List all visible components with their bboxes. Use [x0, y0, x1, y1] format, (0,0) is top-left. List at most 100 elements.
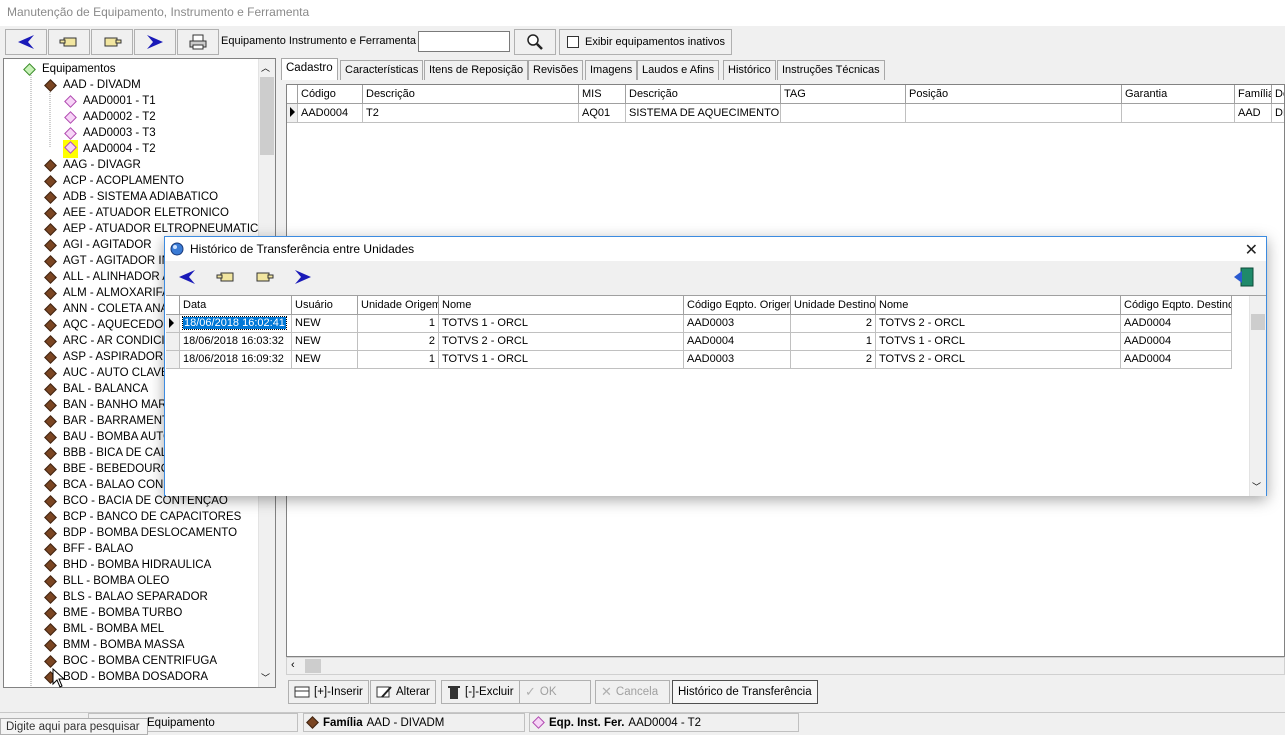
scroll-up-icon[interactable]: ︿: [261, 61, 270, 74]
tree-family-item[interactable]: BAR - BARRAMENTO: [44, 413, 178, 429]
tab-instrucoes[interactable]: Instruções Técnicas: [777, 60, 885, 80]
dialog-exit-button[interactable]: [1233, 266, 1255, 291]
tab-itens-reposicao[interactable]: Itens de Reposição: [424, 60, 529, 80]
tree-family-item[interactable]: BME - BOMBA TURBO: [44, 605, 182, 621]
table-cell[interactable]: 2: [791, 315, 876, 333]
column-header[interactable]: Descrição: [363, 85, 579, 104]
table-cell[interactable]: NEW: [292, 333, 358, 351]
scroll-left-icon[interactable]: ‹: [291, 659, 295, 671]
table-cell[interactable]: AAD0003: [684, 351, 791, 369]
tree-family-aad[interactable]: AAD - DIVADM: [44, 77, 141, 93]
dialog-last-button[interactable]: [254, 270, 274, 287]
transfer-history-button[interactable]: Histórico de Transferência: [672, 680, 818, 704]
delete-button[interactable]: [-]-Excluir: [441, 680, 520, 704]
tree-family-item[interactable]: BFF - BALAO: [44, 541, 133, 557]
print-button[interactable]: [177, 29, 219, 55]
table-cell[interactable]: AAD0004: [1121, 351, 1232, 369]
table-cell[interactable]: [781, 104, 906, 123]
tree-family-item[interactable]: BAU - BOMBA AUTO: [44, 429, 172, 445]
tree-item[interactable]: AAD0001 - T1: [64, 93, 156, 109]
edit-button[interactable]: Alterar: [370, 680, 436, 704]
column-header[interactable]: Posição: [906, 85, 1122, 104]
checkbox-box[interactable]: [567, 36, 579, 48]
column-header[interactable]: Código: [298, 85, 363, 104]
tree-family-item[interactable]: AGI - AGITADOR: [44, 237, 152, 253]
table-cell[interactable]: TOTVS 1 - ORCL: [876, 333, 1121, 351]
table-cell[interactable]: TOTVS 2 - ORCL: [439, 333, 684, 351]
windows-search-box[interactable]: Digite aqui para pesquisar: [0, 718, 148, 735]
column-header[interactable]: Garantia: [1122, 85, 1235, 104]
table-cell[interactable]: [1122, 104, 1235, 123]
column-header[interactable]: Unidade Destino: [791, 296, 876, 315]
column-header[interactable]: TAG: [781, 85, 906, 104]
tree-family-item[interactable]: BOC - BOMBA CENTRIFUGA: [44, 653, 217, 669]
column-header[interactable]: Código Eqpto. Destino: [1121, 296, 1232, 315]
tree-family-item[interactable]: BLS - BALAO SEPARADOR: [44, 589, 208, 605]
close-icon[interactable]: ✕: [1245, 240, 1258, 260]
column-header[interactable]: Descrição: [626, 85, 781, 104]
insert-button[interactable]: [+]-Inserir: [288, 680, 369, 704]
scroll-down-icon[interactable]: ﹀: [261, 671, 270, 684]
scroll-down-icon[interactable]: ﹀: [1252, 480, 1261, 493]
table-cell[interactable]: 18/06/2018 16:09:32: [180, 351, 292, 369]
table-cell[interactable]: AAD0004: [298, 104, 363, 123]
tree-family-item[interactable]: BDP - BOMBA DESLOCAMENTO: [44, 525, 237, 541]
last-record-button[interactable]: [91, 29, 133, 55]
tree-family-item[interactable]: AUC - AUTO CLAVE: [44, 365, 169, 381]
table-cell[interactable]: [906, 104, 1122, 123]
table-cell[interactable]: 18/06/2018 16:03:32: [180, 333, 292, 351]
table-cell[interactable]: TOTVS 2 - ORCL: [876, 351, 1121, 369]
show-inactive-checkbox[interactable]: Exibir equipamentos inativos: [559, 29, 732, 55]
table-cell[interactable]: DN: [1272, 104, 1284, 123]
table-cell[interactable]: AAD0004: [1121, 333, 1232, 351]
grid-horizontal-scrollbar[interactable]: ‹: [286, 657, 1285, 675]
tree-family-item[interactable]: ASP - ASPIRADOR: [44, 349, 163, 365]
column-header[interactable]: De: [1272, 85, 1284, 104]
table-cell[interactable]: AAD0004: [684, 333, 791, 351]
dialog-previous-button[interactable]: [177, 269, 197, 288]
dialog-grid-scrollbar[interactable]: ﹀: [1249, 296, 1266, 496]
search-button[interactable]: [514, 29, 556, 55]
tree-item[interactable]: AAD0002 - T2: [64, 109, 156, 125]
tab-historico[interactable]: Histórico: [723, 60, 776, 80]
column-header[interactable]: Nome: [439, 296, 684, 315]
table-cell[interactable]: AAD0004: [1121, 315, 1232, 333]
table-cell[interactable]: AAD: [1235, 104, 1272, 123]
tab-cadastro[interactable]: Cadastro: [281, 58, 338, 80]
scroll-thumb[interactable]: [1251, 314, 1265, 330]
table-cell[interactable]: TOTVS 1 - ORCL: [439, 351, 684, 369]
tree-item[interactable]: AAD0003 - T3: [64, 125, 156, 141]
dialog-next-button[interactable]: [293, 269, 313, 288]
column-header[interactable]: Nome: [876, 296, 1121, 315]
tree-family-item[interactable]: AQC - AQUECEDOR: [44, 317, 172, 333]
tab-revisoes[interactable]: Revisões: [528, 60, 584, 80]
tree-family-item[interactable]: BML - BOMBA MEL: [44, 621, 164, 637]
column-header[interactable]: Código Eqpto. Origem: [684, 296, 791, 315]
tree-family-item[interactable]: BBE - BEBEDOURO: [44, 461, 170, 477]
dialog-first-button[interactable]: [216, 270, 236, 287]
column-header[interactable]: MIS: [579, 85, 626, 104]
previous-button[interactable]: [5, 29, 47, 55]
tree-family-item[interactable]: BMM - BOMBA MASSA: [44, 637, 184, 653]
tree-item-selected[interactable]: AAD0004 - T2: [63, 140, 156, 158]
tab-caracteristicas[interactable]: Características: [340, 60, 424, 80]
next-button[interactable]: [134, 29, 176, 55]
table-cell[interactable]: 1: [358, 351, 439, 369]
tree-family-item[interactable]: AEE - ATUADOR ELETRONICO: [44, 205, 229, 221]
tab-laudos[interactable]: Laudos e Afins: [637, 60, 720, 80]
table-cell[interactable]: TOTVS 2 - ORCL: [876, 315, 1121, 333]
tree-root[interactable]: Equipamentos: [23, 61, 116, 77]
table-cell[interactable]: T2: [363, 104, 579, 123]
tree-family-item[interactable]: BLL - BOMBA OLEO: [44, 573, 169, 589]
column-header[interactable]: Família: [1235, 85, 1272, 104]
tree-family-item[interactable]: BAL - BALANCA: [44, 381, 148, 397]
table-cell[interactable]: 1: [791, 333, 876, 351]
search-input[interactable]: [418, 31, 510, 52]
table-cell[interactable]: 2: [791, 351, 876, 369]
column-header[interactable]: Unidade Origem: [358, 296, 439, 315]
table-cell[interactable]: AAD0003: [684, 315, 791, 333]
first-record-button[interactable]: [48, 29, 90, 55]
table-cell[interactable]: NEW: [292, 315, 358, 333]
tab-imagens[interactable]: Imagens: [585, 60, 638, 80]
tree-family-item[interactable]: BAN - BANHO MARIA: [44, 397, 177, 413]
